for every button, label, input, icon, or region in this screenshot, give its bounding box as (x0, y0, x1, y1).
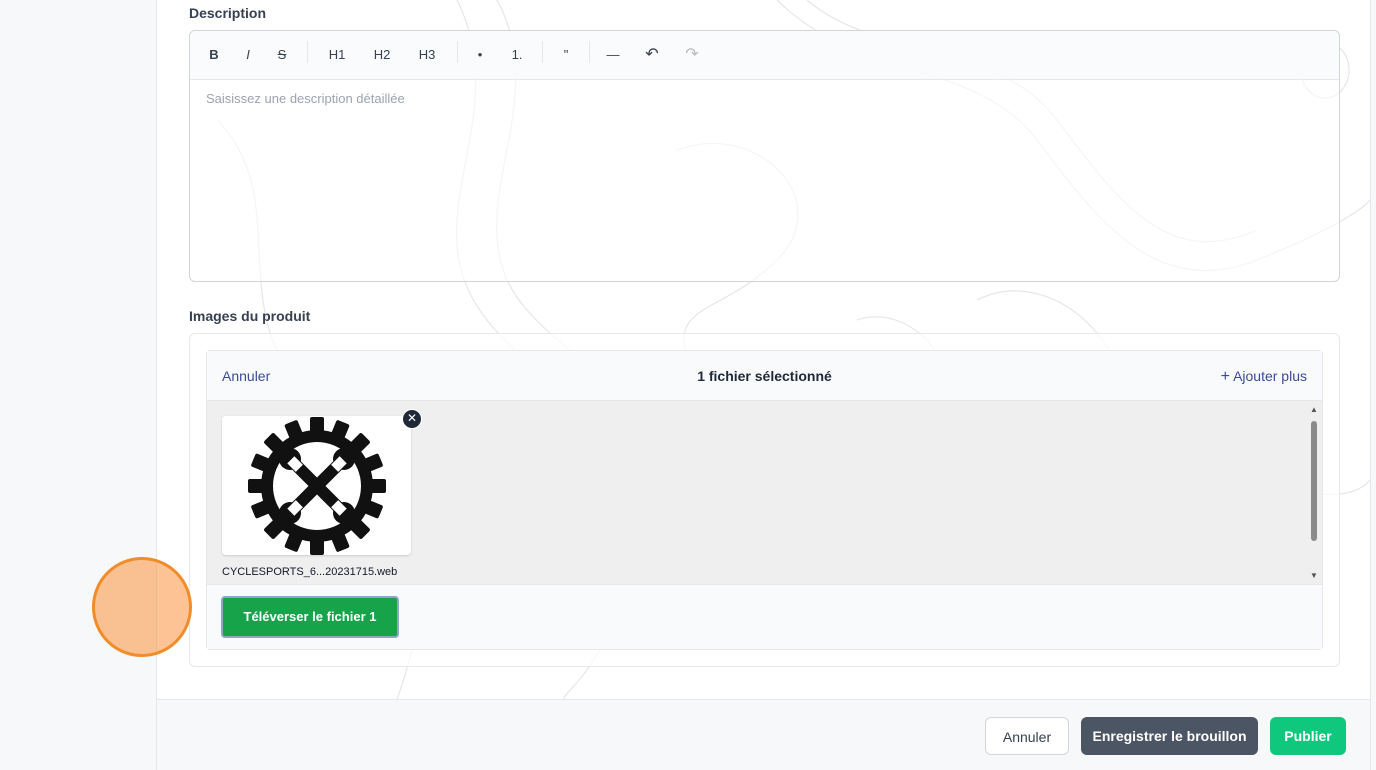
images-section: Annuler 1 fichier sélectionné + Ajouter … (189, 333, 1340, 667)
add-more-label: Ajouter plus (1233, 368, 1307, 384)
uploader-file-list: ✕ CYCLESPORTS_6...20231715.web ▲ ▼ (207, 401, 1322, 585)
images-label: Images du produit (189, 308, 311, 324)
blockquote-button[interactable]: " (556, 43, 576, 67)
close-icon: ✕ (406, 411, 418, 425)
scrollbar-thumb[interactable] (1311, 421, 1317, 541)
product-form-card: Description B I S H1 H2 H3 • 1. " — ↶ ↷ … (156, 0, 1371, 770)
description-label: Description (189, 5, 267, 21)
uploader-footer: Téléverser le fichier 1 (207, 585, 1322, 649)
upload-files-button[interactable]: Téléverser le fichier 1 (221, 596, 399, 638)
ordered-list-button[interactable]: 1. (506, 43, 528, 67)
editor-toolbar: B I S H1 H2 H3 • 1. " — ↶ ↷ (190, 31, 1339, 80)
italic-button[interactable]: I (238, 43, 258, 67)
file-name: CYCLESPORTS_6...20231715.web (222, 566, 398, 578)
file-thumbnail (222, 416, 411, 555)
sidebar (0, 0, 156, 770)
strikethrough-button[interactable]: S (272, 43, 292, 67)
cancel-button[interactable]: Annuler (985, 717, 1069, 755)
add-more-link[interactable]: + Ajouter plus (1221, 368, 1307, 386)
undo-icon[interactable]: ↶ (642, 43, 662, 67)
scroll-down-arrow-icon[interactable]: ▼ (1309, 571, 1319, 581)
description-editor: B I S H1 H2 H3 • 1. " — ↶ ↷ Saisissez un… (189, 30, 1340, 282)
scroll-up-arrow-icon[interactable]: ▲ (1309, 405, 1319, 415)
uploader-cancel-link[interactable]: Annuler (222, 368, 270, 384)
horizontal-rule-button[interactable]: — (603, 43, 623, 67)
file-list-scrollbar[interactable]: ▲ ▼ (1309, 405, 1319, 581)
uploader-header: Annuler 1 fichier sélectionné + Ajouter … (207, 351, 1322, 401)
heading3-button[interactable]: H3 (413, 43, 441, 67)
gear-wrench-icon (248, 417, 386, 555)
toolbar-divider (457, 41, 458, 63)
file-uploader: Annuler 1 fichier sélectionné + Ajouter … (206, 350, 1323, 650)
toolbar-divider (589, 41, 590, 63)
bold-button[interactable]: B (204, 43, 224, 67)
heading2-button[interactable]: H2 (368, 43, 396, 67)
description-placeholder[interactable]: Saisissez une description détaillée (206, 91, 405, 106)
redo-icon[interactable]: ↷ (682, 43, 702, 67)
heading1-button[interactable]: H1 (323, 43, 351, 67)
toolbar-divider (542, 41, 543, 63)
remove-file-button[interactable]: ✕ (402, 409, 422, 429)
selected-count: 1 fichier sélectionné (697, 368, 832, 384)
toolbar-divider (307, 41, 308, 63)
save-draft-button[interactable]: Enregistrer le brouillon (1081, 717, 1258, 755)
bullet-list-button[interactable]: • (470, 43, 490, 67)
plus-icon: + (1220, 368, 1230, 385)
publish-button[interactable]: Publier (1270, 717, 1346, 755)
form-actions-bar: Annuler Enregistrer le brouillon Publier (157, 699, 1370, 770)
